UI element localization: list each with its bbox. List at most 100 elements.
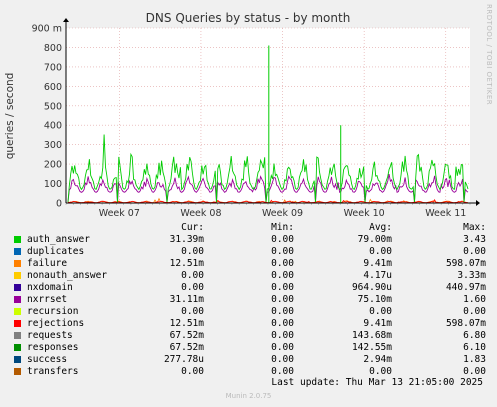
legend-value-cur: 0.00 <box>181 282 204 293</box>
legend-series-name: nxrrset <box>27 294 68 305</box>
y-tick-label: 400 <box>44 121 62 132</box>
legend-value-cur: 0.00 <box>181 246 204 257</box>
legend-value-cur: 12.51m <box>169 318 204 329</box>
legend-value-avg: 0.00 <box>369 366 392 377</box>
y-tick-label: 800 <box>44 43 62 54</box>
legend-series-name: rejections <box>27 318 85 329</box>
y-axis-arrow <box>63 18 69 22</box>
y-tick-label: 500 <box>44 101 62 112</box>
legend-series-name: requests <box>27 330 73 341</box>
legend-swatch <box>14 260 21 267</box>
legend-value-min: 0.00 <box>271 258 294 269</box>
legend-series-name: nxdomain <box>27 282 73 293</box>
legend-series-name: nonauth_answer <box>27 270 108 281</box>
y-tick-label: 0 <box>56 199 62 210</box>
legend-value-cur: 0.00 <box>181 366 204 377</box>
legend-value-max: 0.00 <box>463 306 486 317</box>
legend-value-avg: 9.41m <box>363 318 392 329</box>
x-tick-label: Week 08 <box>180 208 221 219</box>
legend-value-min: 0.00 <box>271 270 294 281</box>
legend-header-max: Max: <box>463 222 486 233</box>
legend-value-min: 0.00 <box>271 354 294 365</box>
plot-area <box>66 28 470 203</box>
legend-value-avg: 0.00 <box>369 246 392 257</box>
legend-value-min: 0.00 <box>271 282 294 293</box>
legend-value-cur: 0.00 <box>181 306 204 317</box>
legend-swatch <box>14 356 21 363</box>
last-update: Last update: Thu Mar 13 21:05:00 2025 <box>271 377 483 388</box>
legend-series-name: duplicates <box>27 246 85 257</box>
legend-series-name: auth_answer <box>27 234 90 245</box>
y-tick-label: 200 <box>44 160 62 171</box>
y-axis-label: queries / second <box>4 73 16 160</box>
legend-value-avg: 964.90u <box>351 282 392 293</box>
legend-swatch <box>14 332 21 339</box>
x-axis-arrow <box>476 200 480 206</box>
legend-header-min: Min: <box>271 222 294 233</box>
legend-value-max: 1.83 <box>463 354 486 365</box>
legend-value-cur: 31.11m <box>169 294 204 305</box>
legend-swatch <box>14 248 21 255</box>
legend-header-avg: Avg: <box>369 222 392 233</box>
legend-swatch <box>14 236 21 243</box>
legend-value-avg: 9.41m <box>363 258 392 269</box>
legend-value-max: 3.33m <box>457 270 486 281</box>
legend-value-max: 0.00 <box>463 366 486 377</box>
legend-series-name: success <box>27 354 68 365</box>
legend-value-avg: 4.17u <box>363 270 392 281</box>
legend-value-min: 0.00 <box>271 294 294 305</box>
legend-value-min: 0.00 <box>271 318 294 329</box>
legend-swatch <box>14 296 21 303</box>
legend-series-name: transfers <box>27 366 79 377</box>
y-tick-label: 600 <box>44 82 62 93</box>
legend-value-max: 6.10 <box>463 342 486 353</box>
x-tick-label: Week 11 <box>425 208 466 219</box>
x-tick-label: Week 10 <box>344 208 385 219</box>
legend-value-cur: 67.52m <box>169 342 204 353</box>
legend-value-min: 0.00 <box>271 246 294 257</box>
legend-value-cur: 277.78u <box>163 354 204 365</box>
legend-series-name: recursion <box>27 306 79 317</box>
legend-value-cur: 31.39m <box>169 234 204 245</box>
legend-swatch <box>14 284 21 291</box>
legend-value-min: 0.00 <box>271 366 294 377</box>
legend-value-cur: 67.52m <box>169 330 204 341</box>
legend-swatch <box>14 272 21 279</box>
legend-value-max: 598.07m <box>445 258 486 269</box>
legend-value-max: 6.80 <box>463 330 486 341</box>
legend-value-cur: 12.51m <box>169 258 204 269</box>
chart: DNS Queries by status - by month queries… <box>4 11 480 219</box>
legend-value-avg: 142.55m <box>351 342 392 353</box>
legend-value-min: 0.00 <box>271 234 294 245</box>
legend-value-min: 0.00 <box>271 330 294 341</box>
legend-value-avg: 143.68m <box>351 330 392 341</box>
legend-swatch <box>14 344 21 351</box>
x-tick-label: Week 09 <box>262 208 303 219</box>
legend-value-max: 0.00 <box>463 246 486 257</box>
legend-value-min: 0.00 <box>271 306 294 317</box>
y-tick-label: 700 <box>44 62 62 73</box>
legend-value-max: 3.43 <box>463 234 486 245</box>
legend-value-max: 440.97m <box>445 282 486 293</box>
y-tick-label: 900 m <box>32 24 62 35</box>
y-tick-label: 100 <box>44 179 62 190</box>
legend-value-max: 598.07m <box>445 318 486 329</box>
legend-value-avg: 79.00m <box>357 234 392 245</box>
legend-value-avg: 75.10m <box>357 294 392 305</box>
legend-value-min: 0.00 <box>271 342 294 353</box>
legend-series-name: failure <box>27 258 68 269</box>
legend-value-cur: 0.00 <box>181 270 204 281</box>
legend-value-max: 1.60 <box>463 294 486 305</box>
legend-swatch <box>14 368 21 375</box>
legend-series-name: responses <box>27 342 79 353</box>
rrdtool-watermark: RRDTOOL / TOBI OETIKER <box>485 4 493 106</box>
legend-swatch <box>14 308 21 315</box>
x-tick-label: Week 07 <box>99 208 140 219</box>
munin-version: Munin 2.0.75 <box>225 392 272 400</box>
y-tick-label: 300 <box>44 140 62 151</box>
chart-title: DNS Queries by status - by month <box>146 11 351 25</box>
legend-swatch <box>14 320 21 327</box>
legend-value-avg: 2.94m <box>363 354 392 365</box>
legend-value-avg: 0.00 <box>369 306 392 317</box>
legend-header-cur: Cur: <box>181 222 204 233</box>
